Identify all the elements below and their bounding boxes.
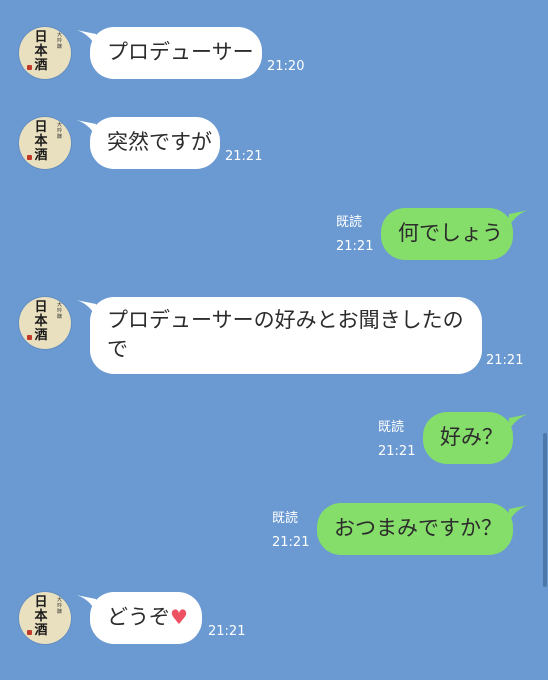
- message-bubble[interactable]: 好み？: [423, 412, 513, 464]
- message-time: 21:21: [486, 353, 524, 368]
- message-text: 何でしょう: [398, 221, 503, 245]
- avatar-stamp: [27, 630, 32, 635]
- avatar-stamp: [27, 65, 32, 70]
- message-time: 21:21: [272, 535, 310, 550]
- avatar-small-text: 大吟醸: [57, 122, 63, 140]
- read-receipt: 既読: [336, 215, 363, 230]
- bubble-tail: [507, 414, 529, 434]
- avatar-logo-text: 日本酒: [34, 30, 48, 73]
- bubble-tail: [507, 505, 529, 525]
- message-text-line: プロデューサーの好みとお聞きしたの: [107, 308, 464, 332]
- sender-avatar[interactable]: 日本酒 大吟醸: [19, 27, 71, 79]
- message-bubble[interactable]: どうぞ♥: [90, 592, 202, 644]
- message-bubble[interactable]: 突然ですが: [90, 117, 220, 169]
- bubble-tail: [507, 210, 529, 230]
- avatar-stamp: [27, 335, 32, 340]
- message-bubble[interactable]: 何でしょう: [381, 208, 513, 260]
- scrollbar[interactable]: [543, 433, 547, 587]
- message-bubble[interactable]: プロデューサーの好みとお聞きしたの で: [90, 297, 482, 374]
- message-time: 21:21: [208, 624, 246, 639]
- message-text: 好み？: [440, 425, 503, 449]
- message-time: 21:21: [336, 239, 374, 254]
- message-text-line: で: [107, 337, 128, 361]
- read-receipt: 既読: [378, 420, 405, 435]
- message-time: 21:21: [378, 444, 416, 459]
- message-time: 21:20: [267, 59, 305, 74]
- avatar-logo-text: 日本酒: [34, 300, 48, 343]
- message-bubble[interactable]: プロデューサー: [90, 27, 262, 79]
- message-text: おつまみですか？: [334, 516, 502, 540]
- read-receipt: 既読: [272, 511, 299, 526]
- sender-avatar[interactable]: 日本酒 大吟醸: [19, 117, 71, 169]
- message-text: プロデューサー: [107, 40, 254, 64]
- message-text: 突然ですが: [107, 130, 212, 154]
- message-text: どうぞ: [107, 605, 170, 629]
- avatar-small-text: 大吟醸: [57, 302, 63, 320]
- sender-avatar[interactable]: 日本酒 大吟醸: [19, 592, 71, 644]
- message-time: 21:21: [225, 149, 263, 164]
- heart-icon: ♥: [170, 605, 188, 629]
- message-bubble[interactable]: おつまみですか？: [317, 503, 513, 555]
- sender-avatar[interactable]: 日本酒 大吟醸: [19, 297, 71, 349]
- avatar-stamp: [27, 155, 32, 160]
- avatar-small-text: 大吟醸: [57, 32, 63, 50]
- avatar-logo-text: 日本酒: [34, 120, 48, 163]
- avatar-small-text: 大吟醸: [57, 597, 63, 615]
- avatar-logo-text: 日本酒: [34, 595, 48, 638]
